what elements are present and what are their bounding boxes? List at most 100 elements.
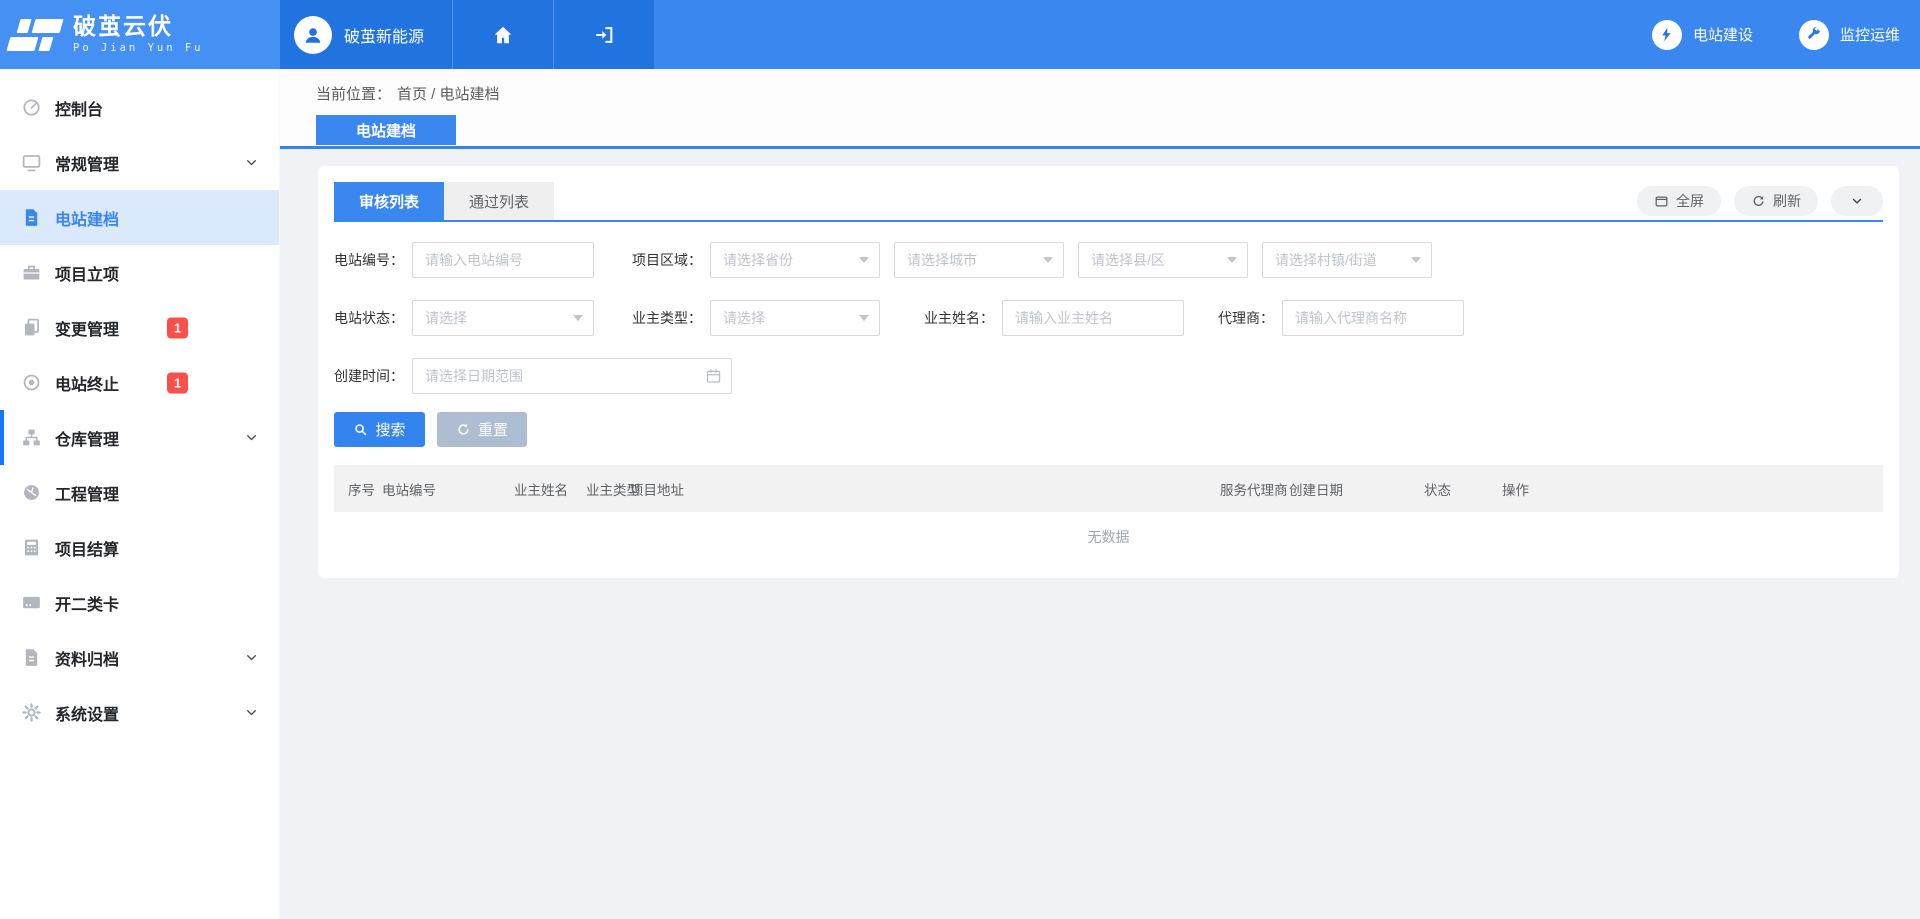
sidebar-item-change-management[interactable]: 变更管理 1	[0, 300, 279, 355]
sidebar-item-engineering-management[interactable]: 工程管理	[0, 465, 279, 520]
reset-button[interactable]: 重置	[437, 412, 527, 447]
sidebar-item-console[interactable]: 控制台	[0, 80, 279, 135]
search-button[interactable]: 搜索	[334, 412, 425, 447]
results-table: 序号 电站编号 业主姓名 业主类型 项目地址 服务代理商 创建日期 状态 操作 …	[334, 465, 1883, 562]
date-range-field	[412, 358, 732, 394]
home-button[interactable]	[452, 0, 553, 69]
empty-state: 无数据	[334, 512, 1883, 562]
sidebar-item-label: 电站建档	[55, 206, 119, 230]
gear-icon	[21, 702, 42, 723]
id-card-icon	[21, 592, 42, 613]
province-select[interactable]: 请选择省份	[710, 242, 880, 278]
document-icon	[21, 207, 42, 228]
breadcrumb-bar: 当前位置： 首页 / 电站建档 电站建档	[280, 69, 1920, 146]
breadcrumb-path: 首页 / 电站建档	[397, 86, 500, 103]
speedometer-icon	[21, 482, 42, 503]
header-modules: 电站建设 监控运维	[1652, 0, 1920, 69]
sidebar-item-system-settings[interactable]: 系统设置	[0, 685, 279, 740]
collapse-filters-button[interactable]	[1831, 186, 1883, 216]
content-card: 审核列表 通过列表 全屏 刷新	[318, 166, 1899, 578]
create-time-label: 创建时间：	[334, 366, 404, 386]
brand-title: 破茧云伏	[73, 15, 204, 38]
station-status-placeholder: 请选择	[425, 308, 467, 328]
village-select[interactable]: 请选择村镇/街道	[1262, 242, 1432, 278]
sidebar-item-label: 资料归档	[55, 646, 119, 670]
caret-down-icon	[859, 315, 869, 321]
filter-row-3: 创建时间：	[334, 358, 1883, 394]
brand-logo-icon	[11, 19, 63, 51]
agent-input[interactable]	[1282, 300, 1464, 336]
province-placeholder: 请选择省份	[723, 250, 793, 270]
chevron-down-icon	[244, 705, 259, 720]
app-root: 破茧云伏 Po Jian Yun Fu 破茧新能源 电站建设 监控运维	[0, 0, 1920, 919]
module-station-construction[interactable]: 电站建设	[1652, 20, 1753, 50]
breadcrumb-prefix: 当前位置：	[316, 86, 391, 103]
sidebar-item-station-termination[interactable]: 电站终止 1	[0, 355, 279, 410]
date-range-input[interactable]	[412, 358, 732, 394]
agent-label: 代理商：	[1218, 308, 1274, 328]
sidebar-item-label: 项目结算	[55, 536, 119, 560]
sitemap-icon	[21, 427, 42, 448]
notification-badge: 1	[167, 372, 188, 393]
notification-badge: 1	[167, 317, 188, 338]
caret-down-icon	[1043, 257, 1053, 263]
top-header: 破茧云伏 Po Jian Yun Fu 破茧新能源 电站建设 监控运维	[0, 0, 1920, 69]
owner-name-input[interactable]	[1002, 300, 1184, 336]
refresh-icon	[1751, 194, 1766, 209]
owner-type-placeholder: 请选择	[723, 308, 765, 328]
city-placeholder: 请选择城市	[907, 250, 977, 270]
calculator-icon	[21, 537, 42, 558]
module-label: 电站建设	[1693, 24, 1753, 45]
copy-pages-icon	[21, 317, 42, 338]
tab-passed-list[interactable]: 通过列表	[444, 182, 554, 220]
column-header: 项目地址	[630, 479, 684, 499]
filter-row-2: 电站状态： 请选择 业主类型： 请选择 业主姓名： 代理商：	[334, 300, 1883, 336]
refresh-button[interactable]: 刷新	[1734, 186, 1818, 216]
monitor-icon	[21, 152, 42, 173]
chevron-down-icon	[244, 650, 259, 665]
station-status-select[interactable]: 请选择	[412, 300, 594, 336]
owner-type-select[interactable]: 请选择	[710, 300, 880, 336]
archive-file-icon	[21, 647, 42, 668]
page-tab-station-filing[interactable]: 电站建档	[316, 115, 456, 145]
sidebar-item-document-archive[interactable]: 资料归档	[0, 630, 279, 685]
station-status-label: 电站状态：	[334, 308, 404, 328]
station-code-label: 电站编号：	[334, 250, 404, 270]
station-code-input[interactable]	[412, 242, 594, 278]
caret-down-icon	[573, 315, 583, 321]
village-placeholder: 请选择村镇/街道	[1275, 250, 1377, 270]
table-header: 序号 电站编号 业主姓名 业主类型 项目地址 服务代理商 创建日期 状态 操作	[334, 465, 1883, 512]
sidebar-item-station-filing[interactable]: 电站建档	[0, 190, 279, 245]
filter-actions: 搜索 重置	[334, 412, 1883, 447]
sidebar-item-warehouse-management[interactable]: 仓库管理	[0, 410, 279, 465]
avatar	[294, 16, 332, 54]
county-select[interactable]: 请选择县/区	[1078, 242, 1248, 278]
briefcase-icon	[21, 262, 42, 283]
column-header: 电站编号	[382, 479, 436, 499]
wrench-icon	[1799, 20, 1829, 50]
dashboard-gauge-icon	[21, 97, 42, 118]
sidebar-item-label: 变更管理	[55, 316, 119, 340]
reset-label: 重置	[478, 419, 508, 440]
logout-button[interactable]	[553, 0, 654, 69]
content-area: 审核列表 通过列表 全屏 刷新	[280, 149, 1920, 919]
city-select[interactable]: 请选择城市	[894, 242, 1064, 278]
sidebar: 控制台 常规管理 电站建档 项目立项 变更管理 1 电站	[0, 69, 280, 919]
sidebar-item-label: 开二类卡	[55, 591, 119, 615]
tab-review-list[interactable]: 审核列表	[334, 182, 444, 220]
sidebar-item-general-management[interactable]: 常规管理	[0, 135, 279, 190]
sidebar-item-class2-card[interactable]: 开二类卡	[0, 575, 279, 630]
fullscreen-button[interactable]: 全屏	[1637, 186, 1721, 216]
sidebar-item-project-settlement[interactable]: 项目结算	[0, 520, 279, 575]
user-menu[interactable]: 破茧新能源	[280, 0, 452, 69]
column-header: 创建日期	[1289, 479, 1343, 499]
card-toolbar: 全屏 刷新	[1637, 186, 1883, 216]
sidebar-item-project-initiation[interactable]: 项目立项	[0, 245, 279, 300]
module-monitoring-ops[interactable]: 监控运维	[1799, 20, 1900, 50]
chevron-down-icon	[244, 430, 259, 445]
module-label: 监控运维	[1840, 24, 1900, 45]
brand-logo: 破茧云伏 Po Jian Yun Fu	[0, 0, 280, 69]
breadcrumb: 当前位置： 首页 / 电站建档	[316, 69, 1920, 104]
reset-icon	[456, 422, 471, 437]
sidebar-item-label: 常规管理	[55, 151, 119, 175]
